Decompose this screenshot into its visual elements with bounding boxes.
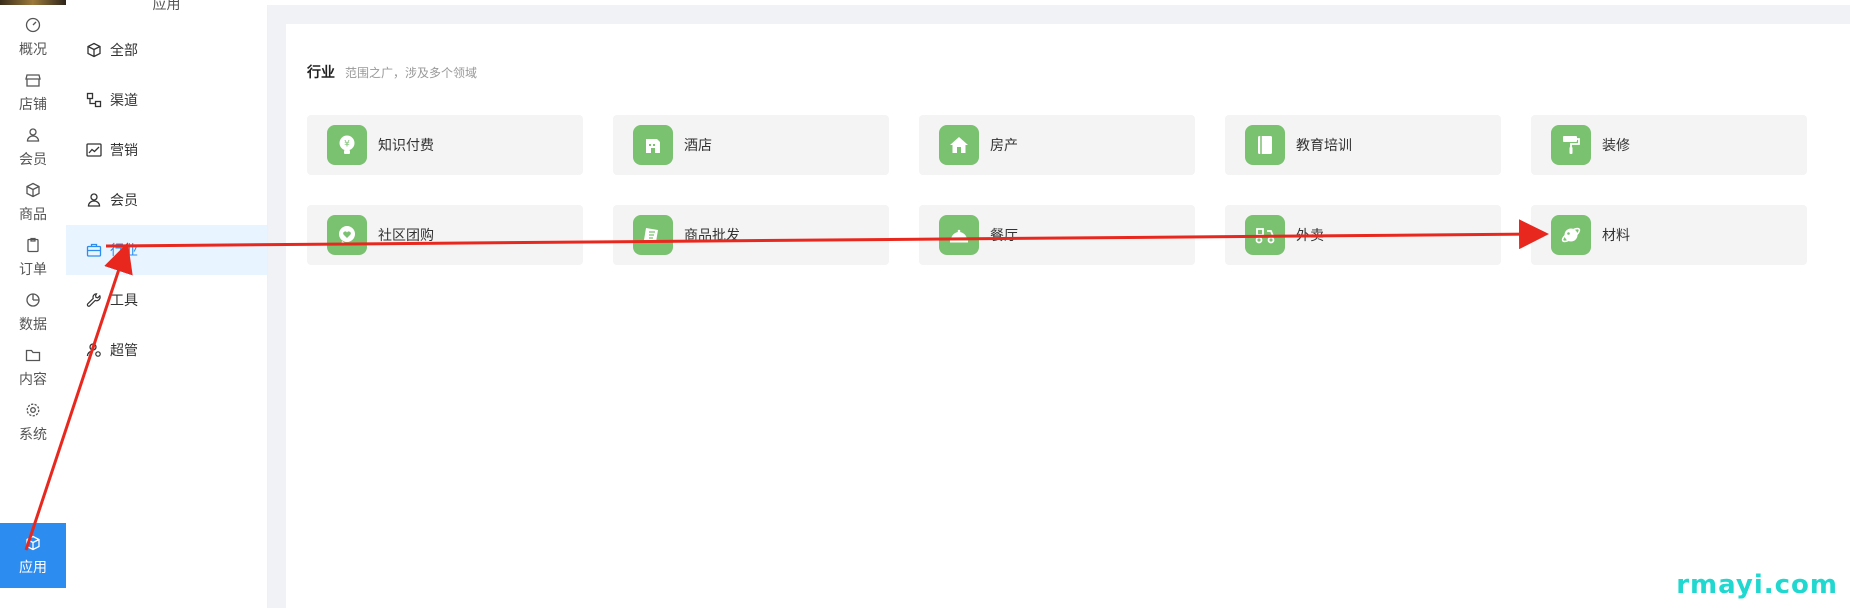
tile-hotel[interactable]: 酒店 — [613, 115, 889, 175]
delivery-icon — [1245, 215, 1285, 255]
tile-label: 房产 — [990, 138, 1018, 154]
submenu-item-label: 超管 — [110, 343, 138, 359]
admin-icon — [86, 343, 101, 357]
submenu-item-label: 全部 — [110, 43, 138, 59]
paint-roller-icon — [1551, 125, 1591, 165]
submenu-item-all[interactable]: 全部 — [66, 25, 267, 75]
svg-text:¥: ¥ — [344, 140, 350, 150]
rail-item-label: 系统 — [19, 426, 47, 443]
rail-item-label: 商品 — [19, 206, 47, 223]
tile-label: 教育培训 — [1296, 138, 1352, 154]
rail-item-label: 概况 — [19, 41, 47, 58]
box-icon — [26, 182, 40, 197]
tile-education[interactable]: 教育培训 — [1225, 115, 1501, 175]
tile-label: 外卖 — [1296, 228, 1324, 244]
submenu-item-tools[interactable]: 工具 — [66, 275, 267, 325]
industry-panel: 行业 范围之广，涉及多个领域 ¥ 知识付费 酒店 房产 教育培训 装修 社区团购 — [286, 24, 1850, 608]
store-icon — [25, 73, 41, 87]
section-subtitle: 范围之广，涉及多个领域 — [345, 66, 478, 80]
tile-label: 材料 — [1602, 228, 1630, 244]
rail-item-label: 订单 — [19, 261, 47, 278]
tile-materials[interactable]: 材料 — [1531, 205, 1807, 265]
clipboard-icon — [27, 237, 39, 252]
book-icon — [1245, 125, 1285, 165]
rail-item-label: 数据 — [19, 316, 47, 333]
app-submenu: 应用 全部 渠道 营销 会员 行业 工具 超管 — [66, 0, 268, 608]
rail-item-label: 店铺 — [19, 96, 47, 113]
cube-icon — [26, 535, 40, 550]
folder-icon — [25, 349, 41, 361]
dashboard-icon — [25, 17, 41, 32]
tile-label: 知识付费 — [378, 138, 434, 154]
tile-community-group-buy[interactable]: 社区团购 — [307, 205, 583, 265]
pie-icon — [26, 292, 40, 307]
submenu-item-label: 行业 — [110, 243, 138, 259]
tile-takeaway[interactable]: 外卖 — [1225, 205, 1501, 265]
trend-icon — [86, 143, 102, 157]
hotel-icon — [633, 125, 673, 165]
wholesale-icon — [633, 215, 673, 255]
submenu-item-label: 会员 — [110, 193, 138, 209]
tile-real-estate[interactable]: 房产 — [919, 115, 1195, 175]
submenu-item-members[interactable]: 会员 — [66, 175, 267, 225]
tile-label: 餐厅 — [990, 228, 1018, 244]
wrench-icon — [86, 293, 101, 307]
submenu-item-industry[interactable]: 行业 — [66, 225, 267, 275]
user-icon — [87, 193, 101, 207]
section-title: 行业 — [307, 65, 335, 81]
rail-item-label: 应用 — [19, 559, 47, 576]
submenu-item-superadmin[interactable]: 超管 — [66, 325, 267, 375]
rail-item-system[interactable]: 系统 — [0, 390, 66, 455]
rail-item-label: 会员 — [19, 151, 47, 168]
tile-restaurant[interactable]: 餐厅 — [919, 205, 1195, 265]
watermark: rmayi.com — [1676, 570, 1838, 600]
section-heading: 行业 范围之广，涉及多个领域 — [307, 62, 477, 82]
rail-item-apps[interactable]: 应用 — [0, 523, 66, 588]
submenu-item-label: 营销 — [110, 143, 138, 159]
submenu-title: 应用 — [152, 0, 181, 13]
tile-label: 社区团购 — [378, 228, 434, 244]
app-nav-rail: 概况 店铺 会员 商品 订单 数据 内容 系统 应用 — [0, 0, 67, 608]
briefcase-icon — [86, 243, 102, 257]
top-bar — [267, 0, 1850, 5]
yen-bulb-icon: ¥ — [327, 125, 367, 165]
tile-wholesale[interactable]: 商品批发 — [613, 205, 889, 265]
submenu-item-channel[interactable]: 渠道 — [66, 75, 267, 125]
tile-label: 装修 — [1602, 138, 1630, 154]
cloche-icon — [939, 215, 979, 255]
channel-icon — [86, 92, 102, 108]
heart-bubble-icon — [327, 215, 367, 255]
tile-knowledge-payment[interactable]: ¥ 知识付费 — [307, 115, 583, 175]
tile-decoration[interactable]: 装修 — [1531, 115, 1807, 175]
submenu-item-label: 渠道 — [110, 93, 138, 109]
gear-icon — [26, 403, 40, 416]
tile-label: 商品批发 — [684, 228, 740, 244]
submenu-item-label: 工具 — [110, 293, 138, 309]
tile-label: 酒店 — [684, 138, 712, 154]
rail-item-label: 内容 — [19, 371, 47, 388]
cube-icon — [87, 42, 101, 58]
house-icon — [939, 125, 979, 165]
submenu-item-marketing[interactable]: 营销 — [66, 125, 267, 175]
user-icon — [26, 127, 40, 142]
planet-icon — [1551, 215, 1591, 255]
